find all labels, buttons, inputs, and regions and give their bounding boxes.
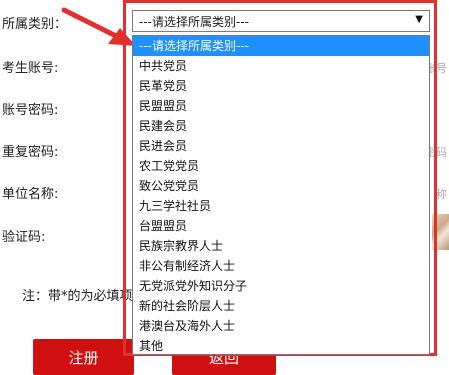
account-label: 考生账号: (2, 61, 59, 76)
dropdown-option[interactable]: 九三学社社员 (133, 196, 429, 216)
dropdown-option[interactable]: 农工党党员 (133, 156, 429, 176)
dropdown-option[interactable]: 非公有制经济人士 (133, 256, 429, 276)
dropdown-option[interactable]: 无党派党外知识分子 (133, 276, 429, 296)
chevron-down-icon[interactable]: ▼ (415, 14, 423, 25)
dropdown-option[interactable]: 民盟盟员 (133, 96, 429, 116)
repeat-password-label: 重复密码: (2, 145, 59, 160)
dropdown-option[interactable]: 其他 (133, 336, 429, 356)
category-select-value: ---请选择所属类别--- (139, 14, 249, 29)
category-select[interactable]: ---请选择所属类别--- ▼ (132, 10, 430, 32)
unit-name-hint: 称 (436, 188, 447, 201)
password-label: 账号密码: (2, 103, 59, 118)
dropdown-option[interactable]: 民进会员 (133, 136, 429, 156)
captcha-label: 验证码: (2, 230, 46, 245)
category-label: 所属类别： (2, 17, 68, 32)
dropdown-option[interactable]: 台盟盟员 (133, 216, 429, 236)
dropdown-option[interactable]: 民族宗教界人士 (133, 236, 429, 256)
dropdown-option[interactable]: ---请选择所属类别--- (133, 36, 429, 56)
unit-name-label: 单位名称: (2, 187, 59, 202)
required-note: 注：带*的为必填项 (22, 289, 133, 304)
dropdown-option[interactable]: 致公党党员 (133, 176, 429, 196)
dropdown-option[interactable]: 民革党员 (133, 76, 429, 96)
category-dropdown[interactable]: ---请选择所属类别--- 中共党员 民革党员 民盟盟员 民建会员 民进会员 农工党党员 致公… (132, 35, 430, 355)
register-button[interactable]: 注册 (33, 339, 134, 375)
dropdown-option[interactable]: 民建会员 (133, 116, 429, 136)
dropdown-option[interactable]: 新的社会阶层人士 (133, 296, 429, 316)
dropdown-option[interactable]: 港澳台及海外人士 (133, 316, 429, 336)
dropdown-option[interactable]: 中共党员 (133, 56, 429, 76)
